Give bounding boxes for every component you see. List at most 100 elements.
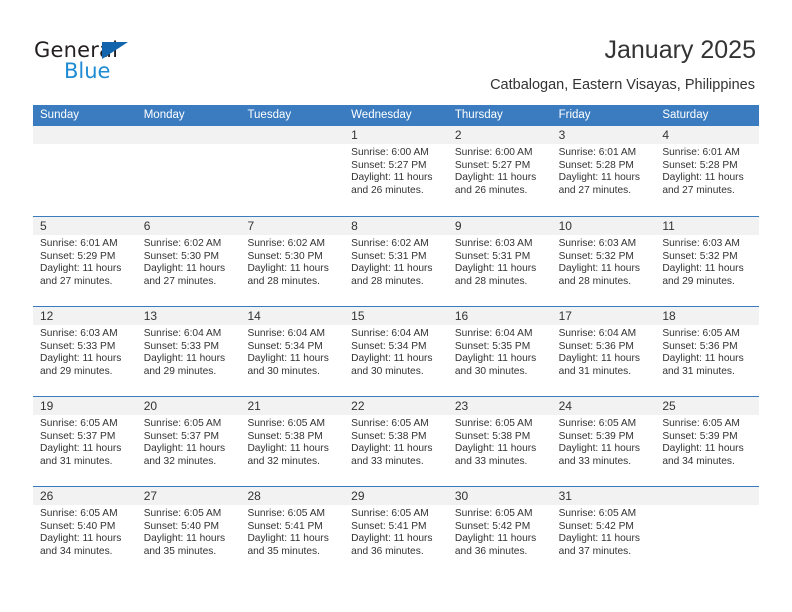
detail-line: Sunrise: 6:05 AM	[558, 508, 637, 519]
calendar-day-cell[interactable]: 24 Sunrise: 6:05 AM Sunset: 5:39 PM Dayligh…	[551, 397, 656, 486]
detail-line: Sunset: 5:34 PM	[351, 340, 427, 352]
calendar-day-cell[interactable]: 27 Sunrise: 6:05 AM Sunset: 5:40 PM Dayligh…	[136, 487, 241, 576]
day-number: 22	[351, 399, 365, 413]
day-sun-details: Sunrise: 6:05 AM Sunset: 5:38 PM Daylight:…	[344, 415, 448, 468]
day-sun-details: Sunrise: 6:05 AM Sunset: 5:40 PM Daylight:…	[33, 505, 137, 558]
calendar-day-cell[interactable]: 16 Sunrise: 6:04 AM Sunset: 5:35 PM Dayligh…	[447, 307, 552, 396]
detail-line: Daylight: 11 hours	[454, 443, 537, 455]
calendar-day-cell[interactable]: 5 Sunrise: 6:01 AM Sunset: 5:29 PM Daylight…	[33, 217, 137, 306]
day-sun-details: Sunrise: 6:00 AM Sunset: 5:27 PM Daylight:…	[448, 144, 552, 197]
calendar-day-cell[interactable]: 7 Sunrise: 6:02 AM Sunset: 5:30 PM Daylight…	[240, 217, 345, 306]
detail-line: and 28 minutes.	[351, 275, 424, 287]
detail-line: Sunset: 5:30 PM	[247, 250, 323, 262]
detail-line: and 36 minutes.	[454, 545, 528, 557]
calendar-day-cell[interactable]: 10 Sunrise: 6:03 AM Sunset: 5:32 PM Dayligh…	[551, 217, 656, 306]
day-number-band: 14	[240, 307, 345, 325]
detail-line: and 33 minutes.	[351, 455, 424, 467]
detail-line: Sunset: 5:34 PM	[247, 340, 323, 352]
detail-line: and 28 minutes.	[247, 275, 320, 287]
detail-line: Daylight: 11 hours	[454, 533, 537, 545]
day-sun-details: Sunrise: 6:01 AM Sunset: 5:29 PM Daylight:…	[33, 235, 137, 288]
detail-line: Sunrise: 6:03 AM	[40, 328, 118, 339]
day-sun-details: Sunrise: 6:04 AM Sunset: 5:34 PM Daylight:…	[240, 325, 344, 378]
calendar-cell-empty	[33, 126, 137, 215]
day-number-band: 13	[136, 307, 241, 325]
calendar-day-cell[interactable]: 6 Sunrise: 6:02 AM Sunset: 5:30 PM Daylight…	[136, 217, 241, 306]
day-number-band	[655, 487, 760, 505]
day-number: 31	[558, 489, 572, 503]
calendar-day-cell[interactable]: 13 Sunrise: 6:04 AM Sunset: 5:33 PM Dayligh…	[136, 307, 241, 396]
calendar-day-cell[interactable]: 9 Sunrise: 6:03 AM Sunset: 5:31 PM Daylight…	[447, 217, 552, 306]
detail-line: and 27 minutes.	[558, 184, 632, 196]
day-sun-details: Sunrise: 6:00 AM Sunset: 5:27 PM Daylight:…	[344, 144, 448, 197]
day-number-band: 7	[240, 217, 345, 235]
detail-line: Sunset: 5:31 PM	[454, 250, 531, 262]
day-sun-details: Sunrise: 6:02 AM Sunset: 5:30 PM Daylight:…	[137, 235, 241, 288]
detail-line: Sunset: 5:38 PM	[351, 430, 427, 442]
day-number-band: 8	[344, 217, 448, 235]
detail-line: and 30 minutes.	[454, 365, 528, 377]
day-number-band: 20	[136, 397, 241, 415]
detail-line: and 28 minutes.	[558, 275, 632, 287]
day-number: 27	[143, 489, 158, 503]
day-number-band: 30	[447, 487, 552, 505]
day-number-band: 15	[344, 307, 448, 325]
calendar-day-cell[interactable]: 18 Sunrise: 6:05 AM Sunset: 5:36 PM Dayligh…	[655, 307, 760, 396]
calendar-day-cell[interactable]: 23 Sunrise: 6:05 AM Sunset: 5:38 PM Dayligh…	[447, 397, 552, 486]
calendar-day-cell[interactable]: 15 Sunrise: 6:04 AM Sunset: 5:34 PM Dayligh…	[344, 307, 448, 396]
detail-line: Daylight: 11 hours	[558, 533, 640, 545]
detail-line: Daylight: 11 hours	[247, 533, 329, 545]
detail-line: Daylight: 11 hours	[143, 353, 226, 365]
day-number-band: 21	[240, 397, 345, 415]
day-number: 19	[40, 399, 54, 413]
detail-line: and 37 minutes.	[558, 545, 632, 557]
calendar-day-cell[interactable]: 19 Sunrise: 6:05 AM Sunset: 5:37 PM Dayligh…	[33, 397, 137, 486]
calendar-day-cell[interactable]: 3 Sunrise: 6:01 AM Sunset: 5:28 PM Daylight…	[551, 126, 656, 215]
day-sun-details: Sunrise: 6:03 AM Sunset: 5:31 PM Daylight:…	[448, 235, 552, 288]
day-number: 9	[454, 219, 462, 233]
day-sun-details: Sunrise: 6:03 AM Sunset: 5:32 PM Daylight:…	[552, 235, 656, 288]
calendar-day-cell[interactable]: 22 Sunrise: 6:05 AM Sunset: 5:38 PM Dayligh…	[344, 397, 448, 486]
detail-line: Daylight: 11 hours	[558, 263, 640, 275]
calendar-week-row: 12 Sunrise: 6:03 AM Sunset: 5:33 PM Dayligh…	[33, 306, 760, 396]
calendar-day-cell[interactable]: 1 Sunrise: 6:00 AM Sunset: 5:27 PM Daylight…	[344, 126, 448, 215]
calendar-day-cell[interactable]: 4 Sunrise: 6:01 AM Sunset: 5:28 PM Daylight…	[655, 126, 760, 215]
detail-line: Sunrise: 6:02 AM	[351, 238, 429, 249]
detail-line: and 30 minutes.	[351, 365, 424, 377]
detail-line: Daylight: 11 hours	[454, 263, 537, 275]
day-number-band: 6	[136, 217, 241, 235]
calendar-grid: Sunday Monday Tuesday Wednesday Thursday Frid…	[33, 105, 760, 576]
detail-line: Sunset: 5:28 PM	[558, 159, 634, 171]
detail-line: Sunrise: 6:03 AM	[558, 238, 637, 249]
detail-line: Daylight: 11 hours	[40, 263, 122, 275]
calendar-day-cell[interactable]: 30 Sunrise: 6:05 AM Sunset: 5:42 PM Dayligh…	[447, 487, 552, 576]
day-number-band: 11	[655, 217, 760, 235]
day-sun-details: Sunrise: 6:05 AM Sunset: 5:42 PM Daylight:…	[552, 505, 656, 558]
calendar-day-cell[interactable]: 29 Sunrise: 6:05 AM Sunset: 5:41 PM Dayligh…	[344, 487, 448, 576]
calendar-day-cell[interactable]: 21 Sunrise: 6:05 AM Sunset: 5:38 PM Dayligh…	[240, 397, 345, 486]
day-sun-details: Sunrise: 6:05 AM Sunset: 5:38 PM Daylight:…	[448, 415, 552, 468]
day-sun-details	[33, 144, 137, 147]
calendar-day-cell[interactable]: 14 Sunrise: 6:04 AM Sunset: 5:34 PM Dayligh…	[240, 307, 345, 396]
calendar-day-cell[interactable]: 17 Sunrise: 6:04 AM Sunset: 5:36 PM Dayligh…	[551, 307, 656, 396]
detail-line: Daylight: 11 hours	[351, 172, 433, 184]
calendar-day-cell[interactable]: 31 Sunrise: 6:05 AM Sunset: 5:42 PM Dayligh…	[551, 487, 656, 576]
calendar-day-cell[interactable]: 8 Sunrise: 6:02 AM Sunset: 5:31 PM Daylight…	[344, 217, 448, 306]
weekday-header-row: Sunday Monday Tuesday Wednesday Thursday Frid…	[33, 105, 759, 126]
calendar-day-cell[interactable]: 28 Sunrise: 6:05 AM Sunset: 5:41 PM Dayligh…	[240, 487, 345, 576]
calendar-day-cell[interactable]: 20 Sunrise: 6:05 AM Sunset: 5:37 PM Dayligh…	[136, 397, 241, 486]
calendar-day-cell[interactable]: 25 Sunrise: 6:05 AM Sunset: 5:39 PM Dayligh…	[655, 397, 760, 486]
calendar-day-cell[interactable]: 12 Sunrise: 6:03 AM Sunset: 5:33 PM Dayligh…	[33, 307, 137, 396]
calendar-day-cell[interactable]: 11 Sunrise: 6:03 AM Sunset: 5:32 PM Dayligh…	[655, 217, 760, 306]
detail-line: Daylight: 11 hours	[558, 443, 640, 455]
detail-line: Sunrise: 6:01 AM	[40, 238, 118, 249]
detail-line: Daylight: 11 hours	[662, 443, 744, 455]
calendar-day-cell[interactable]: 2 Sunrise: 6:00 AM Sunset: 5:27 PM Daylight…	[447, 126, 552, 215]
day-sun-details	[137, 144, 241, 147]
day-number: 18	[662, 309, 676, 323]
detail-line: Sunrise: 6:04 AM	[351, 328, 429, 339]
day-number-band: 28	[240, 487, 345, 505]
day-number: 7	[247, 219, 255, 233]
calendar-day-cell[interactable]: 26 Sunrise: 6:05 AM Sunset: 5:40 PM Dayligh…	[33, 487, 137, 576]
general-blue-logo[interactable]: General Blue	[34, 38, 164, 86]
